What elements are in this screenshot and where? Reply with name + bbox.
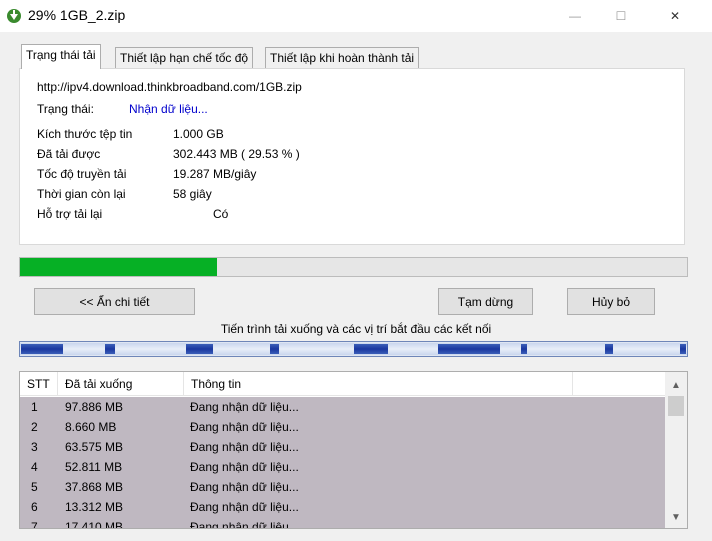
row-no: 1 [31, 400, 38, 414]
table-row[interactable]: 3 63.575 MB Đang nhận dữ liệu... [20, 437, 665, 457]
maximize-button[interactable]: ☐ [598, 0, 644, 32]
scroll-up-icon[interactable]: ▲ [665, 376, 687, 394]
table-row[interactable]: 2 8.660 MB Đang nhận dữ liệu... [20, 417, 665, 437]
table-row[interactable]: 1 97.886 MB Đang nhận dữ liệu... [20, 397, 665, 417]
file-size-value: 1.000 GB [173, 127, 224, 141]
hide-details-button[interactable]: << Ẩn chi tiết [34, 288, 195, 315]
tab-label: Trạng thái tải [26, 48, 96, 62]
row-no: 6 [31, 500, 38, 514]
connections-progress-bar [19, 341, 688, 357]
scroll-thumb[interactable] [668, 396, 684, 416]
table-row[interactable]: 7 17.410 MB Đang nhận dữ liệu... [20, 517, 665, 529]
row-no: 5 [31, 480, 38, 494]
table-row[interactable]: 4 52.811 MB Đang nhận dữ liệu... [20, 457, 665, 477]
download-url: http://ipv4.download.thinkbroadband.com/… [37, 80, 302, 94]
row-no: 7 [31, 520, 38, 529]
maximize-icon: ☐ [615, 9, 627, 23]
close-icon: ✕ [669, 9, 681, 23]
tab-download-status[interactable]: Trạng thái tải [21, 44, 101, 69]
connections-caption: Tiến trình tải xuống và các vị trí bắt đ… [220, 322, 492, 336]
status-value: Nhận dữ liệu... [129, 102, 208, 116]
tab-label: Thiết lập hạn chế tốc độ [120, 51, 249, 65]
pause-button[interactable]: Tạm dừng [438, 288, 533, 315]
resume-capability-value: Có [213, 207, 229, 221]
status-label: Trạng thái: [37, 102, 94, 116]
progress-fill [20, 258, 217, 276]
column-header-no[interactable]: STT [20, 372, 58, 396]
file-size-label: Kích thước tệp tin [37, 127, 133, 141]
row-downloaded: 63.575 MB [65, 440, 124, 454]
downloaded-value: 302.443 MB ( 29.53 % ) [173, 147, 300, 161]
row-no: 2 [31, 420, 38, 434]
window-title: 29% 1GB_2.zip [28, 7, 126, 23]
close-button[interactable]: ✕ [652, 0, 698, 32]
row-info: Đang nhận dữ liệu... [190, 480, 299, 494]
row-info: Đang nhận dữ liệu... [190, 400, 299, 414]
minimize-icon: — [569, 9, 581, 23]
row-info: Đang nhận dữ liệu... [190, 520, 299, 529]
downloaded-label: Đã tải được [37, 147, 101, 161]
row-downloaded: 17.410 MB [65, 520, 124, 529]
transfer-rate-label: Tốc độ truyền tải [37, 167, 127, 181]
connections-table: STT Đã tải xuống Thông tin 1 97.886 MB Đ… [19, 371, 688, 529]
idm-app-icon [7, 9, 21, 23]
tab-label: Thiết lập khi hoàn thành tải [270, 51, 415, 65]
time-left-label: Thời gian còn lại [37, 187, 126, 201]
row-downloaded: 97.886 MB [65, 400, 124, 414]
vertical-scrollbar[interactable]: ▲ ▼ [665, 372, 687, 528]
tab-on-completion[interactable]: Thiết lập khi hoàn thành tải [265, 47, 420, 69]
column-header-info[interactable]: Thông tin [184, 372, 573, 396]
minimize-button[interactable]: — [552, 0, 598, 32]
resume-capability-label: Hỗ trợ tải lại [37, 207, 103, 221]
scroll-down-icon[interactable]: ▼ [665, 508, 687, 526]
row-info: Đang nhận dữ liệu... [190, 420, 299, 434]
row-info: Đang nhận dữ liệu... [190, 500, 299, 514]
table-body: 1 97.886 MB Đang nhận dữ liệu... 2 8.660… [20, 397, 665, 529]
download-status-panel: http://ipv4.download.thinkbroadband.com/… [19, 68, 685, 245]
row-downloaded: 8.660 MB [65, 420, 117, 434]
table-header: STT Đã tải xuống Thông tin [20, 372, 665, 396]
row-info: Đang nhận dữ liệu... [190, 460, 299, 474]
column-header-downloaded[interactable]: Đã tải xuống [58, 372, 184, 396]
tab-speed-limiter[interactable]: Thiết lập hạn chế tốc độ [115, 47, 254, 69]
table-row[interactable]: 5 37.868 MB Đang nhận dữ liệu... [20, 477, 665, 497]
row-no: 4 [31, 460, 38, 474]
time-left-value: 58 giây [173, 187, 212, 201]
download-progress-bar [19, 257, 688, 277]
row-downloaded: 37.868 MB [65, 480, 124, 494]
row-info: Đang nhận dữ liệu... [190, 440, 299, 454]
row-no: 3 [31, 440, 38, 454]
row-downloaded: 52.811 MB [65, 460, 123, 474]
table-row[interactable]: 6 13.312 MB Đang nhận dữ liệu... [20, 497, 665, 517]
transfer-rate-value: 19.287 MB/giây [173, 167, 257, 181]
cancel-button[interactable]: Hủy bỏ [567, 288, 655, 315]
title-bar: 29% 1GB_2.zip — ☐ ✕ [0, 0, 712, 32]
row-downloaded: 13.312 MB [65, 500, 124, 514]
